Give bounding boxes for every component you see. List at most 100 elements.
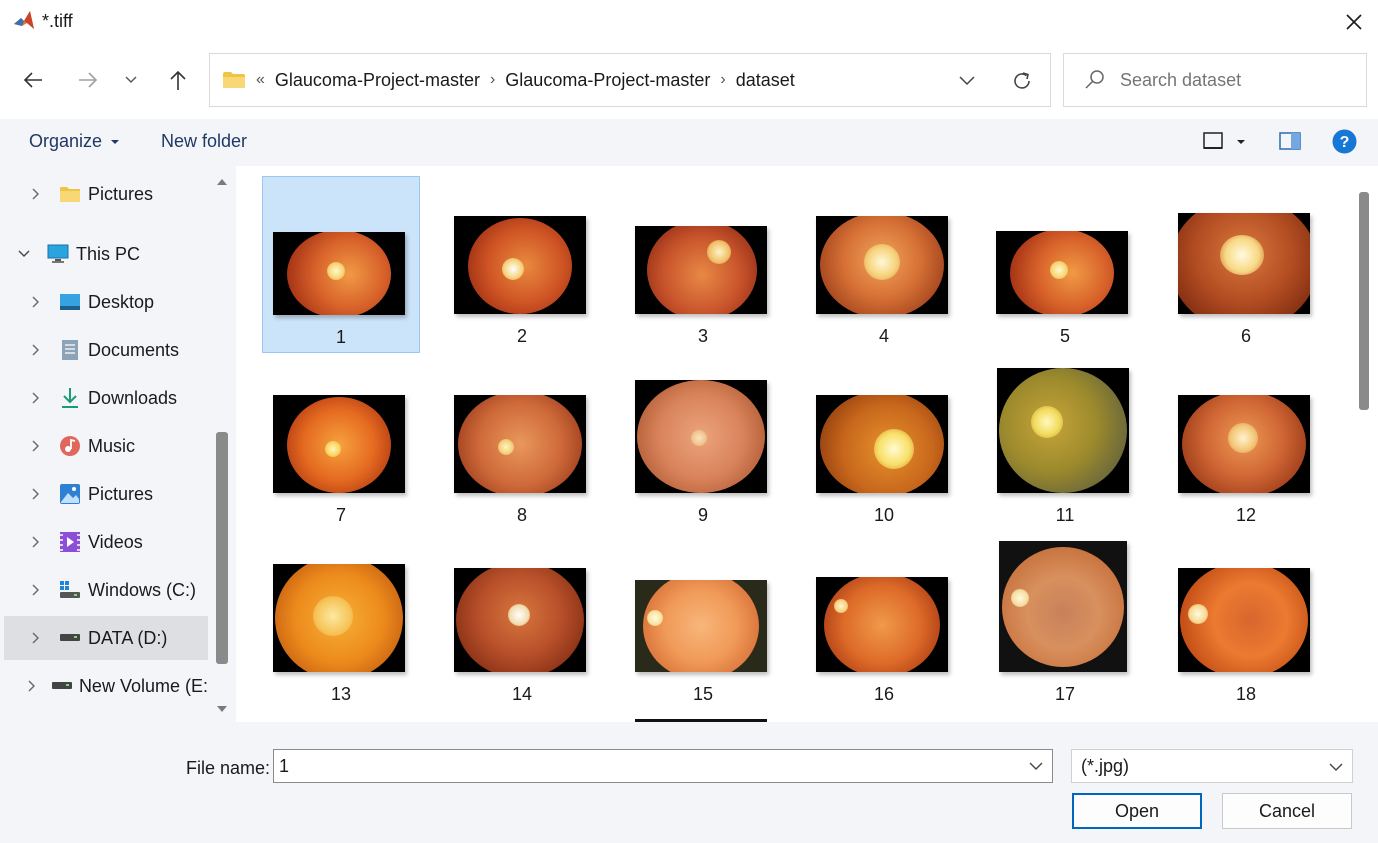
chevron-right-icon[interactable]	[22, 188, 50, 200]
file-tile-17[interactable]: 17	[986, 534, 1144, 711]
file-tile-14[interactable]: 14	[443, 534, 601, 711]
file-name-combobox[interactable]	[273, 749, 1053, 783]
nav-label: Music	[88, 435, 136, 456]
file-name-label: 1	[335, 327, 346, 347]
search-icon	[1085, 70, 1104, 89]
drive-icon	[58, 626, 82, 650]
chevron-right-icon[interactable]	[22, 344, 50, 356]
file-name-input[interactable]	[279, 755, 999, 777]
nav-item-downloads[interactable]: Downloads	[4, 376, 208, 420]
file-tile-2[interactable]: 2	[443, 176, 601, 353]
chevron-down-icon[interactable]	[10, 250, 38, 258]
file-tile-16[interactable]: 16	[805, 534, 963, 711]
breadcrumb-separator: ›	[489, 71, 496, 88]
chevron-right-icon[interactable]	[22, 296, 50, 308]
file-name-label: 16	[873, 684, 895, 704]
chevron-right-icon[interactable]	[22, 680, 43, 692]
file-tile-8[interactable]: 8	[443, 355, 601, 532]
thumbnail-image	[1178, 568, 1310, 672]
chevron-right-icon[interactable]	[22, 536, 50, 548]
recent-locations-button[interactable]	[111, 60, 151, 100]
preview-pane-button[interactable]	[1279, 132, 1301, 155]
nav-item-this-pc[interactable]: This PC	[4, 232, 208, 276]
chevron-right-icon[interactable]	[22, 584, 50, 596]
up-button[interactable]	[158, 60, 198, 100]
breadcrumb-2[interactable]: Glaucoma-Project-master	[505, 70, 710, 91]
file-tile-11[interactable]: 11	[986, 355, 1144, 532]
arrow-up-icon	[170, 70, 186, 90]
file-tile-18[interactable]: 18	[1167, 534, 1325, 711]
refresh-button[interactable]	[1008, 67, 1036, 95]
nav-item-music[interactable]: Music	[4, 424, 208, 468]
chevron-down-icon[interactable]	[1026, 756, 1046, 776]
nav-scrollbar[interactable]	[211, 166, 233, 722]
back-button[interactable]	[13, 60, 53, 100]
nav-item-pictures[interactable]: Pictures	[4, 472, 208, 516]
file-type-select[interactable]: (*.jpg)	[1071, 749, 1353, 783]
file-list[interactable]: 1 2 3 4 5 6 7 8 9 10 11 12 13 14 15 16 1…	[236, 166, 1378, 722]
chevron-right-icon[interactable]	[22, 488, 50, 500]
cancel-button[interactable]: Cancel	[1222, 793, 1352, 829]
chevron-down-icon	[125, 76, 137, 83]
file-name-label: 8	[516, 505, 527, 525]
address-bar[interactable]: « Glaucoma-Project-master › Glaucoma-Pro…	[209, 53, 1051, 107]
organize-menu[interactable]: Organize	[29, 131, 120, 152]
close-button[interactable]	[1330, 0, 1378, 44]
nav-item-videos[interactable]: Videos	[4, 520, 208, 564]
thumbnail-image	[1178, 213, 1310, 314]
file-tile-7[interactable]: 7	[262, 355, 420, 532]
scroll-up-icon[interactable]	[217, 179, 227, 185]
file-tile-1[interactable]: 1	[262, 176, 420, 353]
nav-item-desktop[interactable]: Desktop	[4, 280, 208, 324]
scroll-thumb[interactable]	[216, 432, 228, 664]
thumbnail-image	[454, 395, 586, 493]
matlab-icon	[14, 11, 34, 29]
nav-item-windows-c[interactable]: Windows (C:)	[4, 568, 208, 612]
thumbnail-image	[635, 226, 767, 314]
file-tile-13[interactable]: 13	[262, 534, 420, 711]
file-name-label: 3	[697, 326, 708, 346]
videos-icon	[58, 530, 82, 554]
breadcrumb-3[interactable]: dataset	[736, 70, 795, 91]
pictures-icon	[58, 482, 82, 506]
file-tile-15[interactable]: 15	[624, 534, 782, 711]
file-tile-12[interactable]: 12	[1167, 355, 1325, 532]
nav-item-data-d[interactable]: DATA (D:)	[4, 616, 208, 660]
thumbnail-image	[273, 564, 405, 672]
content-scrollbar[interactable]	[1354, 166, 1372, 722]
scroll-down-icon[interactable]	[217, 706, 227, 712]
overflow-chevron[interactable]: «	[256, 71, 265, 89]
view-options-button[interactable]	[1203, 132, 1247, 157]
help-button[interactable]: ?	[1332, 129, 1357, 159]
search-input[interactable]	[1120, 69, 1340, 91]
breadcrumb-1[interactable]: Glaucoma-Project-master	[275, 70, 480, 91]
forward-button[interactable]	[68, 60, 108, 100]
nav-item-new-volume-e[interactable]: New Volume (E:	[4, 664, 208, 708]
chevron-right-icon[interactable]	[22, 440, 50, 452]
search-box[interactable]	[1063, 53, 1367, 107]
chevron-right-icon[interactable]	[22, 632, 50, 644]
organize-label: Organize	[29, 131, 103, 151]
nav-item-documents[interactable]: Documents	[4, 328, 208, 372]
file-tile-4[interactable]: 4	[805, 176, 963, 353]
thumbnail-image	[816, 395, 948, 493]
chevron-right-icon[interactable]	[22, 392, 50, 404]
scroll-thumb[interactable]	[1359, 192, 1369, 410]
new-folder-button[interactable]: New folder	[161, 131, 247, 152]
nav-item-pictures-quick[interactable]: Pictures	[4, 172, 208, 216]
address-history-dropdown[interactable]	[954, 68, 980, 94]
nav-label: Downloads	[88, 387, 178, 408]
open-button[interactable]: Open	[1072, 793, 1202, 829]
file-name-label: 6	[1240, 326, 1251, 346]
file-tile-9[interactable]: 9	[624, 355, 782, 532]
file-tile-3[interactable]: 3	[624, 176, 782, 353]
thumbnail-image	[454, 568, 586, 672]
nav-label: DATA (D:)	[88, 627, 168, 648]
file-tile-6[interactable]: 6	[1167, 176, 1325, 353]
preview-pane-icon	[1279, 132, 1301, 150]
file-tile-5[interactable]: 5	[986, 176, 1144, 353]
file-name-label: 17	[1054, 684, 1076, 704]
thumbnail-image	[454, 216, 586, 314]
file-tile-10[interactable]: 10	[805, 355, 963, 532]
file-name-label: 11	[1055, 505, 1075, 525]
